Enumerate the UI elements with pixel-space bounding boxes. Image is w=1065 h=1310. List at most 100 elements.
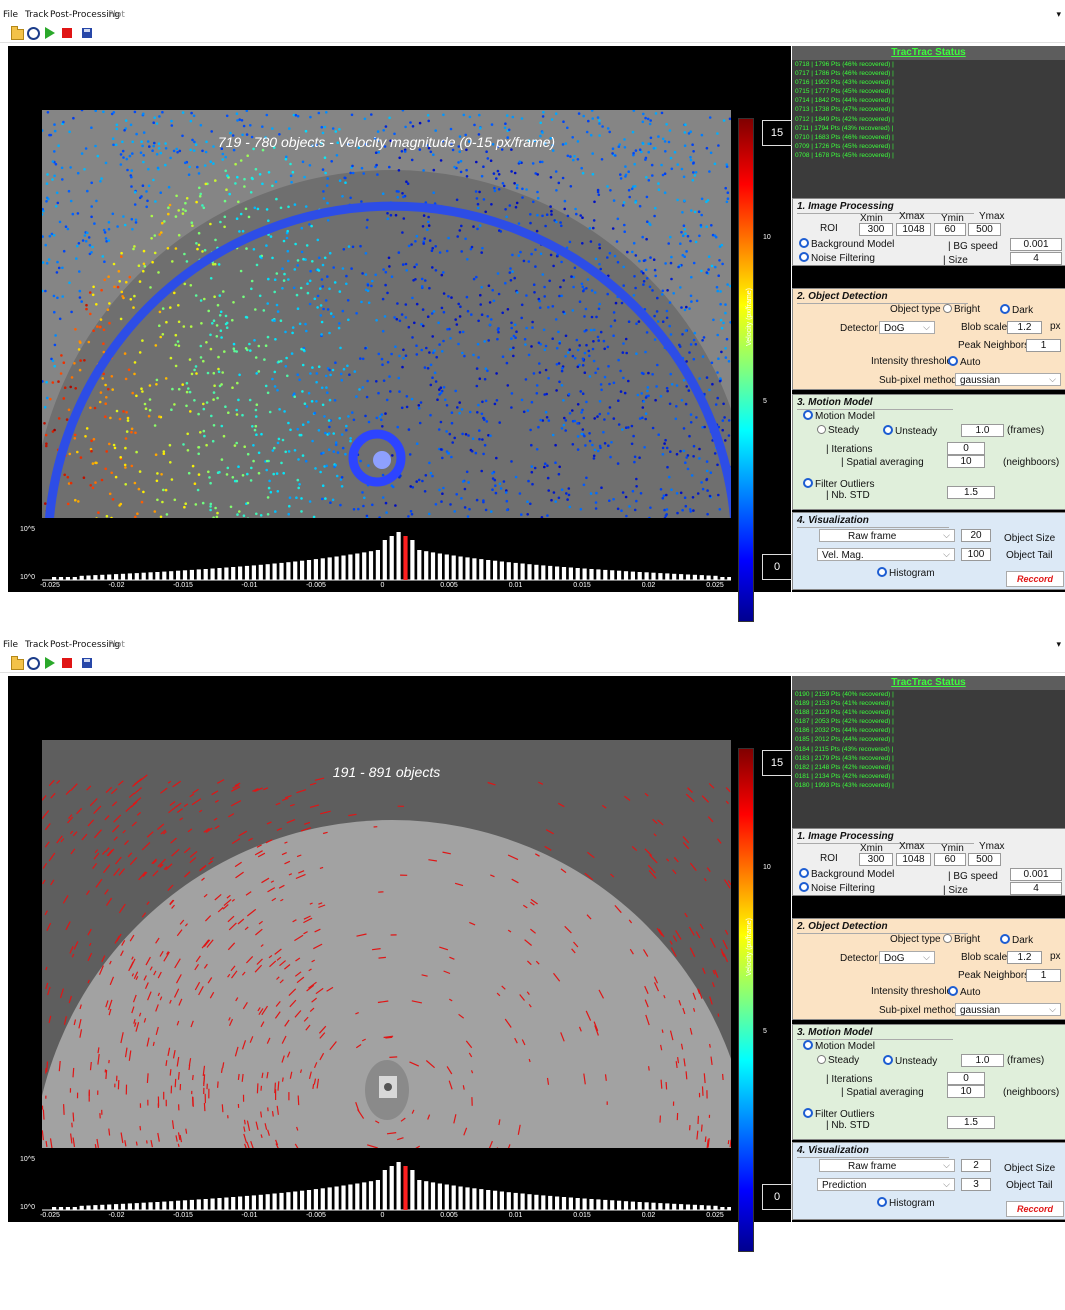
section-title: 3. Motion Model (797, 397, 952, 410)
colorbar-min[interactable]: 0 (762, 554, 792, 580)
colorbar-tick: 5 (763, 398, 767, 405)
frames-unit: (frames) (1007, 1055, 1045, 1066)
motion-model-radio[interactable]: Motion Model (803, 1040, 875, 1052)
auto-radio[interactable]: Auto (948, 986, 981, 998)
menu-track[interactable]: Track (25, 640, 49, 650)
bg-speed-input[interactable]: 0.001 (1010, 868, 1062, 881)
play-icon[interactable] (45, 27, 55, 39)
detector-select[interactable]: DoG (879, 321, 935, 334)
xmax-input[interactable]: 1048 (896, 853, 931, 866)
background-model-radio[interactable]: Background Model (799, 868, 894, 880)
radio-selected-icon (803, 1108, 813, 1118)
peak-neighbors-input[interactable]: 1 (1026, 339, 1061, 352)
record-button[interactable]: Reccord (1006, 571, 1064, 587)
frames-input[interactable]: 1.0 (961, 1054, 1004, 1067)
pin-icon[interactable] (27, 27, 40, 40)
histogram: -0.025 -0.02 -0.015 -0.01 -0.005 0 0.005 0.01 0.… (40, 518, 731, 590)
open-folder-icon[interactable] (11, 26, 24, 40)
detector-select[interactable]: DoG (879, 951, 935, 964)
menu-plot[interactable]: Plot (108, 640, 125, 650)
color-select[interactable]: Prediction (817, 1178, 955, 1191)
histogram-radio[interactable]: Histogram (877, 567, 935, 579)
menu-file[interactable]: File (3, 10, 18, 20)
filter-outliers-radio[interactable]: Filter Outliers (803, 1108, 874, 1120)
steady-radio[interactable]: Steady (817, 425, 859, 436)
menu-file[interactable]: File (3, 640, 18, 650)
unsteady-radio[interactable]: Unsteady (883, 1055, 937, 1067)
xmin-input[interactable]: 300 (859, 853, 893, 866)
nb-std-input[interactable]: 1.5 (947, 1116, 995, 1129)
object-size-label: Object Size (1004, 1163, 1056, 1174)
hist-ytick: 10^0 (20, 1204, 35, 1211)
save-icon[interactable] (82, 28, 92, 38)
ymax-input[interactable]: 500 (968, 223, 1001, 236)
object-tail-input[interactable]: 100 (961, 548, 991, 561)
auto-radio[interactable]: Auto (948, 356, 981, 368)
bright-radio[interactable]: Bright (943, 934, 980, 945)
color-select[interactable]: Vel. Mag. (817, 548, 955, 561)
bright-radio[interactable]: Bright (943, 304, 980, 315)
object-size-input[interactable]: 2 (961, 1159, 991, 1172)
colorbar-min[interactable]: 0 (762, 1184, 792, 1210)
object-tail-label: Object Tail (1006, 550, 1053, 561)
frames-input[interactable]: 1.0 (961, 424, 1004, 437)
bg-speed-label: | BG speed (948, 871, 998, 882)
spatial-averaging-input[interactable]: 10 (947, 1085, 985, 1098)
menu-overflow-icon[interactable]: ▾ (1056, 10, 1061, 20)
xmax-input[interactable]: 1048 (896, 223, 931, 236)
nb-std-label: | Nb. STD (826, 490, 870, 501)
iterations-input[interactable]: 0 (947, 1072, 985, 1085)
object-tail-input[interactable]: 3 (961, 1178, 991, 1191)
status-log-line: 0709 | 1726 Pts (45% recovered) | (795, 142, 894, 150)
figure-area: 191 - 891 objects TracTrac v2.xx 15 10 5… (8, 676, 792, 1252)
pin-icon[interactable] (27, 657, 40, 670)
ymin-input[interactable]: 60 (934, 223, 966, 236)
colorbar-max[interactable]: 15 (762, 750, 792, 776)
video-frame[interactable]: 191 - 891 objects TracTrac v2.xx (42, 740, 731, 1182)
motion-model-panel: 3. Motion Model Motion Model Steady Unst… (792, 1024, 1065, 1140)
noise-filtering-radio[interactable]: Noise Filtering (799, 882, 875, 894)
filter-outliers-radio[interactable]: Filter Outliers (803, 478, 874, 490)
iterations-input[interactable]: 0 (947, 442, 985, 455)
object-size-input[interactable]: 20 (961, 529, 991, 542)
colorbar (738, 118, 754, 622)
unsteady-radio[interactable]: Unsteady (883, 425, 937, 437)
nb-std-input[interactable]: 1.5 (947, 486, 995, 499)
menu-bar: File Track Post-Processing Plot ▾ (0, 0, 1065, 20)
play-icon[interactable] (45, 657, 55, 669)
frame-select[interactable]: Raw frame (819, 1159, 955, 1172)
blob-scale-input[interactable]: 1.2 (1007, 951, 1042, 964)
subpixel-select[interactable]: gaussian (955, 373, 1061, 386)
status-log-line: 0708 | 1678 Pts (45% recovered) | (795, 151, 894, 159)
motion-model-radio[interactable]: Motion Model (803, 410, 875, 422)
px-unit: px (1050, 951, 1061, 962)
size-input[interactable]: 4 (1010, 252, 1062, 265)
dark-radio[interactable]: Dark (1000, 934, 1033, 946)
xmin-input[interactable]: 300 (859, 223, 893, 236)
histogram-radio[interactable]: Histogram (877, 1197, 935, 1209)
save-icon[interactable] (82, 658, 92, 668)
background-model-radio[interactable]: Background Model (799, 238, 894, 250)
menu-plot[interactable]: Plot (108, 10, 125, 20)
subpixel-select[interactable]: gaussian (955, 1003, 1061, 1016)
stop-icon[interactable] (62, 28, 72, 38)
size-input[interactable]: 4 (1010, 882, 1062, 895)
open-folder-icon[interactable] (11, 656, 24, 670)
hist-xtick: -0.005 (306, 582, 326, 589)
frame-select[interactable]: Raw frame (819, 529, 955, 542)
video-frame[interactable]: 719 - 780 objects - Velocity magnitude (… (42, 110, 731, 552)
record-button[interactable]: Reccord (1006, 1201, 1064, 1217)
steady-radio[interactable]: Steady (817, 1055, 859, 1066)
noise-filtering-radio[interactable]: Noise Filtering (799, 252, 875, 264)
spatial-averaging-input[interactable]: 10 (947, 455, 985, 468)
ymin-input[interactable]: 60 (934, 853, 966, 866)
menu-track[interactable]: Track (25, 10, 49, 20)
blob-scale-input[interactable]: 1.2 (1007, 321, 1042, 334)
stop-icon[interactable] (62, 658, 72, 668)
bg-speed-input[interactable]: 0.001 (1010, 238, 1062, 251)
colorbar-max[interactable]: 15 (762, 120, 792, 146)
menu-overflow-icon[interactable]: ▾ (1056, 640, 1061, 650)
dark-radio[interactable]: Dark (1000, 304, 1033, 316)
ymax-input[interactable]: 500 (968, 853, 1001, 866)
peak-neighbors-input[interactable]: 1 (1026, 969, 1061, 982)
